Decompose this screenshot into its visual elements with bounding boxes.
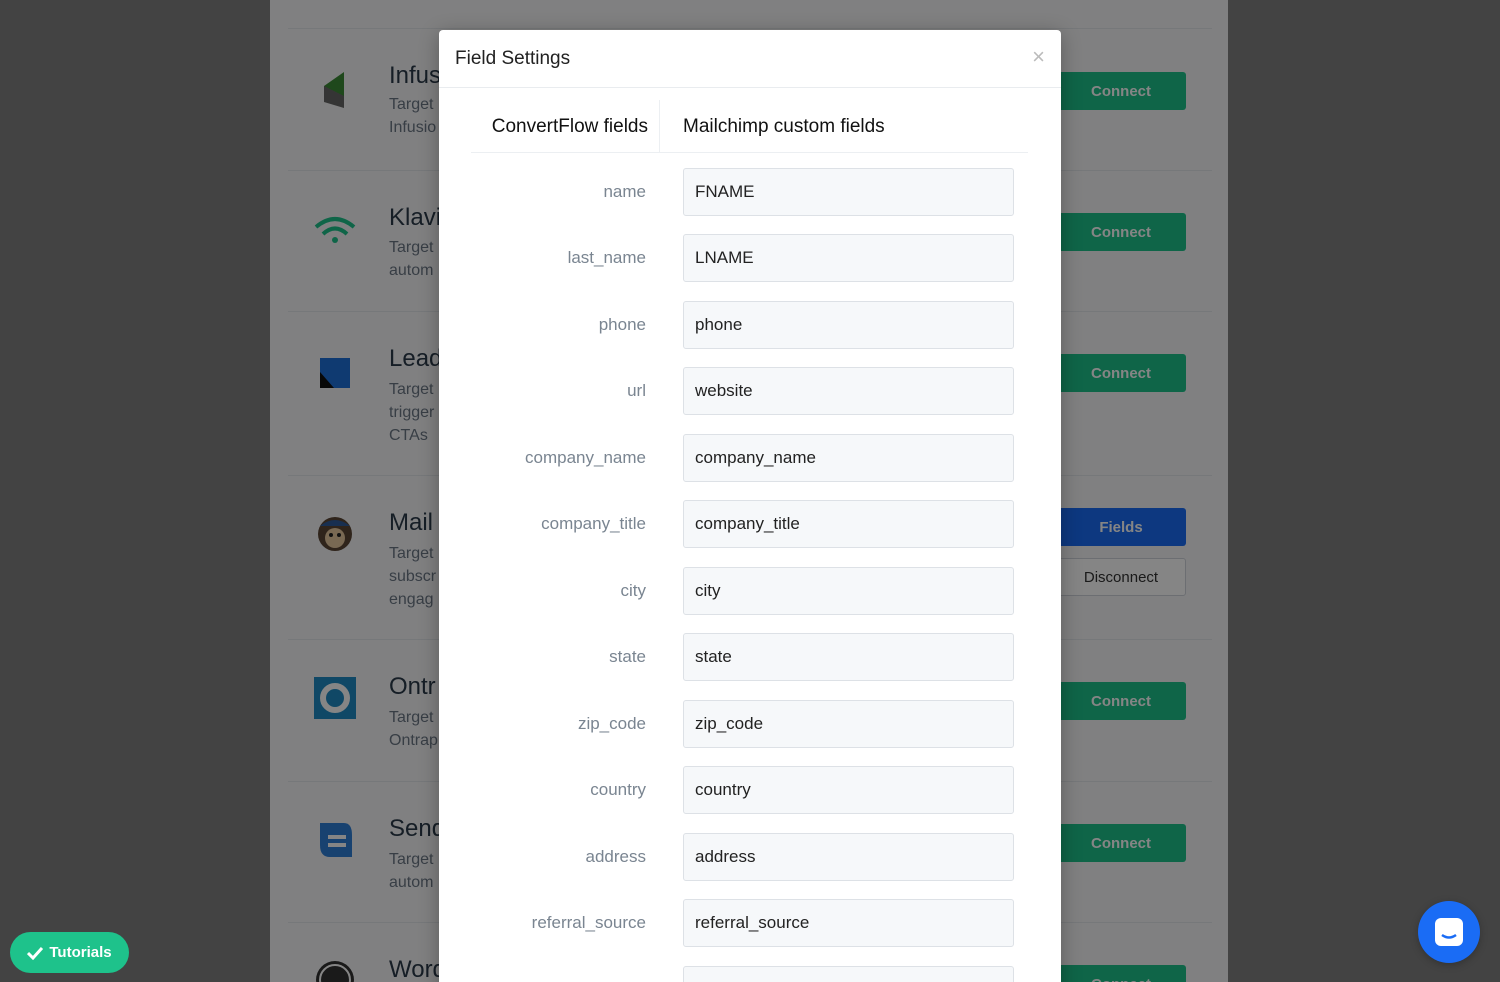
field-mapping-input[interactable]: [683, 966, 1014, 982]
field-row: phone phone: [471, 301, 1028, 349]
modal-title: Field Settings: [455, 48, 571, 69]
tutorials-label: Tutorials: [49, 944, 112, 961]
field-mapping-input[interactable]: address: [683, 833, 1014, 881]
field-label: state: [609, 647, 646, 666]
field-row: [471, 966, 1028, 982]
close-icon[interactable]: ×: [1032, 44, 1045, 70]
modal-header: Field Settings ×: [439, 30, 1061, 88]
field-label: name: [603, 182, 646, 201]
field-mapping-input[interactable]: state: [683, 633, 1014, 681]
columns-header: ConvertFlow fields Mailchimp custom fiel…: [471, 100, 1028, 153]
field-settings-modal: Field Settings × ConvertFlow fields Mail…: [439, 30, 1061, 982]
field-mapping-input[interactable]: LNAME: [683, 234, 1014, 282]
field-label: referral_source: [531, 913, 646, 932]
field-row: referral_source referral_source: [471, 899, 1028, 947]
field-row: company_title company_title: [471, 500, 1028, 548]
field-label: country: [590, 780, 646, 799]
field-label: address: [585, 847, 646, 866]
chat-button[interactable]: [1418, 901, 1480, 963]
field-mapping-input[interactable]: zip_code: [683, 700, 1014, 748]
field-row: name FNAME: [471, 168, 1028, 216]
field-label: city: [620, 581, 647, 600]
field-mapping-input[interactable]: country: [683, 766, 1014, 814]
field-label: last_name: [567, 248, 646, 267]
field-mapping-input[interactable]: company_title: [683, 500, 1014, 548]
field-label: company_name: [525, 448, 646, 467]
chat-icon: [1435, 918, 1463, 946]
field-row: last_name LNAME: [471, 234, 1028, 282]
field-row: zip_code zip_code: [471, 700, 1028, 748]
mailchimp-fields-header: Mailchimp custom fields: [683, 115, 885, 137]
field-row: company_name company_name: [471, 434, 1028, 482]
check-icon: [27, 946, 44, 960]
field-label: url: [627, 381, 646, 400]
field-mapping-input[interactable]: referral_source: [683, 899, 1014, 947]
field-mapping-input[interactable]: phone: [683, 301, 1014, 349]
convertflow-fields-header: ConvertFlow fields: [471, 100, 660, 153]
field-row: state state: [471, 633, 1028, 681]
field-row: url website: [471, 367, 1028, 415]
field-mapping-input[interactable]: city: [683, 567, 1014, 615]
field-label: phone: [598, 315, 646, 334]
tutorials-button[interactable]: Tutorials: [10, 932, 129, 973]
field-row: address address: [471, 833, 1028, 881]
field-label: zip_code: [577, 714, 646, 733]
field-label: company_title: [541, 514, 646, 533]
field-mapping-input[interactable]: website: [683, 367, 1014, 415]
field-row: country country: [471, 766, 1028, 814]
field-mapping-input[interactable]: FNAME: [683, 168, 1014, 216]
field-row: city city: [471, 567, 1028, 615]
field-mapping-input[interactable]: company_name: [683, 434, 1014, 482]
